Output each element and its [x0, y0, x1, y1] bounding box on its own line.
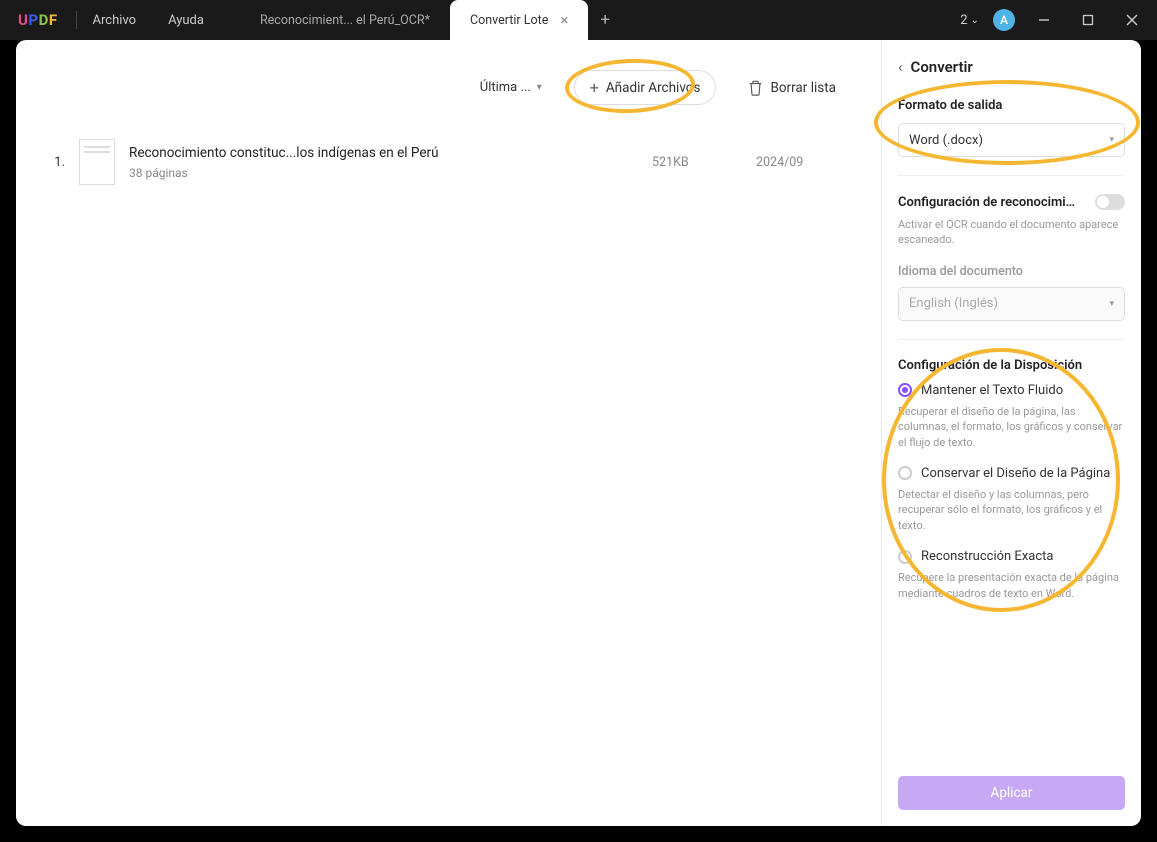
radio-desc: Recuperar el diseño de la página, las co… — [898, 404, 1125, 450]
main-panel: Última ...▾ + Añadir Archivos Borrar lis… — [16, 40, 881, 826]
file-info: Reconocimiento constituc...los indígenas… — [129, 145, 638, 180]
sort-button[interactable]: Última ...▾ — [470, 74, 552, 101]
close-button[interactable] — [1117, 5, 1147, 35]
chevron-down-icon: ▾ — [1109, 299, 1114, 309]
avatar[interactable]: A — [993, 9, 1015, 31]
file-size: 521KB — [652, 155, 742, 170]
file-date: 2024/09 — [756, 155, 846, 170]
clear-list-button[interactable]: Borrar lista — [738, 74, 846, 102]
add-tab-button[interactable]: + — [588, 10, 622, 30]
tab-batch-convert[interactable]: Convertir Lote × — [450, 0, 588, 40]
doc-language-label: Idioma del documento — [898, 264, 1125, 279]
trash-icon — [748, 80, 763, 96]
close-icon[interactable]: × — [560, 11, 568, 29]
window-controls: 2⌄ A — [960, 5, 1157, 35]
file-row[interactable]: 1. Reconocimiento constituc...los indíge… — [51, 133, 846, 191]
radio-icon — [898, 383, 912, 397]
radio-exact[interactable]: Reconstrucción Exacta Recupere la presen… — [898, 549, 1125, 601]
back-icon[interactable]: ‹ — [898, 58, 903, 76]
workspace: Última ...▾ + Añadir Archivos Borrar lis… — [16, 40, 1141, 826]
app-logo: UPDF — [0, 11, 76, 29]
ocr-toggle[interactable] — [1095, 194, 1125, 210]
radio-icon — [898, 466, 912, 480]
convert-sidebar: ‹ Convertir Formato de salida Word (.doc… — [881, 40, 1141, 826]
main-toolbar: Última ...▾ + Añadir Archivos Borrar lis… — [51, 70, 846, 105]
radio-desc: Detectar el diseño y las columnas, pero … — [898, 487, 1125, 533]
ocr-help-text: Activar el OCR cuando el documento apare… — [898, 217, 1125, 248]
plus-icon: + — [590, 78, 599, 97]
sidebar-header: ‹ Convertir — [898, 58, 1125, 76]
output-format-label: Formato de salida — [898, 98, 1125, 113]
file-name: Reconocimiento constituc...los indígenas… — [129, 145, 638, 161]
sidebar-title: Convertir — [911, 58, 973, 76]
add-files-button[interactable]: + Añadir Archivos — [574, 70, 717, 105]
maximize-button[interactable] — [1073, 5, 1103, 35]
layout-config-label: Configuración de la Disposición — [898, 358, 1125, 373]
file-list: 1. Reconocimiento constituc...los indíge… — [51, 133, 846, 796]
file-pages: 38 páginas — [129, 166, 638, 180]
ocr-label: Configuración de reconocimient... — [898, 195, 1078, 210]
tab-document[interactable]: Reconocimient... el Perú_OCR* — [240, 0, 450, 40]
chevron-down-icon: ▾ — [537, 82, 542, 93]
layout-radio-group: Mantener el Texto Fluido Recuperar el di… — [898, 383, 1125, 601]
minimize-button[interactable] — [1029, 5, 1059, 35]
ocr-setting-row: Configuración de reconocimient... — [898, 194, 1125, 210]
divider — [898, 339, 1125, 340]
titlebar: UPDF Archivo Ayuda Reconocimient... el P… — [0, 0, 1157, 40]
chevron-down-icon: ▾ — [1109, 135, 1114, 145]
menu-help[interactable]: Ayuda — [152, 13, 220, 28]
tab-strip: Reconocimient... el Perú_OCR* Convertir … — [240, 0, 960, 40]
output-format-select[interactable]: Word (.docx)▾ — [898, 123, 1125, 157]
file-thumbnail — [79, 139, 115, 185]
radio-flowing-text[interactable]: Mantener el Texto Fluido Recuperar el di… — [898, 383, 1125, 450]
doc-language-select: English (Inglés)▾ — [898, 287, 1125, 321]
file-index: 1. — [51, 155, 65, 170]
open-count[interactable]: 2⌄ — [960, 13, 979, 28]
radio-desc: Recupere la presentación exacta de la pá… — [898, 570, 1125, 601]
radio-keep-layout[interactable]: Conservar el Diseño de la Página Detecta… — [898, 466, 1125, 533]
radio-icon — [898, 550, 912, 564]
menu-file[interactable]: Archivo — [77, 13, 153, 28]
divider — [898, 175, 1125, 176]
apply-button[interactable]: Aplicar — [898, 776, 1125, 810]
